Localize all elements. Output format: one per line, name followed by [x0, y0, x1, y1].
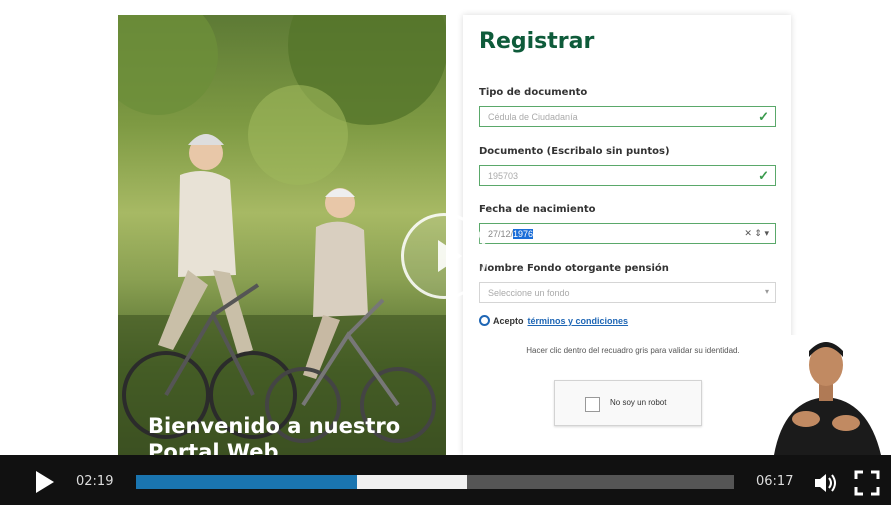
play-overlay-button[interactable] [401, 213, 487, 299]
welcome-line-2: Portal Web [148, 440, 279, 455]
welcome-heading: Bienvenido a nuestro Portal Web [148, 413, 400, 455]
fund-label: Nombre Fondo otorgante pensión [479, 263, 669, 274]
player-controls: 02:19 06:17 [0, 455, 891, 505]
document-input[interactable]: 195703 ✓ [479, 165, 776, 186]
register-form: Registrar Tipo de documento Cédula de Ci… [463, 15, 791, 455]
date-spinner-icon[interactable]: ✕ ⇕ ▾ [744, 228, 769, 239]
chevron-down-icon: ▾ [764, 287, 769, 296]
played-bar [136, 475, 357, 489]
document-label: Documento (Escribalo sin puntos) [479, 146, 670, 157]
volume-icon[interactable] [813, 472, 839, 499]
welcome-line-1: Bienvenido a nuestro [148, 414, 401, 438]
current-time: 02:19 [76, 474, 114, 489]
doc-type-label: Tipo de documento [479, 87, 588, 98]
video-frame[interactable]: Bienvenido a nuestro Portal Web Registra… [0, 0, 891, 455]
birth-date-label: Fecha de nacimiento [479, 204, 596, 215]
birth-date-year: 1976 [513, 229, 534, 239]
captcha-checkbox[interactable] [585, 397, 600, 412]
check-icon: ✓ [758, 168, 769, 183]
doc-type-select[interactable]: Cédula de Ciudadanía ✓ [479, 106, 776, 127]
progress-bar[interactable] [136, 475, 734, 489]
document-value: 195703 [488, 171, 519, 181]
accept-terms: Acepto términos y condiciones [479, 315, 628, 326]
duration: 06:17 [756, 474, 794, 489]
fullscreen-icon[interactable] [854, 470, 880, 501]
doc-type-value: Cédula de Ciudadanía [488, 112, 578, 122]
hero-photo: Bienvenido a nuestro Portal Web [118, 15, 446, 455]
fund-placeholder: Seleccione un fondo [488, 288, 570, 298]
form-title: Registrar [479, 29, 595, 54]
accept-radio[interactable] [479, 315, 490, 326]
play-icon[interactable] [36, 471, 54, 493]
birth-date-input[interactable]: 27/12/1976 ✕ ⇕ ▾ [479, 223, 776, 244]
sign-language-interpreter [764, 335, 891, 455]
fund-select[interactable]: Seleccione un fondo ▾ [479, 282, 776, 303]
captcha-hint: Hacer clic dentro del recuadro gris para… [526, 346, 740, 355]
terms-link[interactable]: términos y condiciones [528, 316, 629, 326]
captcha-label: No soy un robot [610, 398, 667, 407]
birth-date-prefix: 27/12/ [488, 229, 514, 239]
accept-label: Acepto [493, 315, 524, 326]
check-icon: ✓ [758, 109, 769, 124]
captcha-widget[interactable]: No soy un robot [554, 380, 702, 426]
